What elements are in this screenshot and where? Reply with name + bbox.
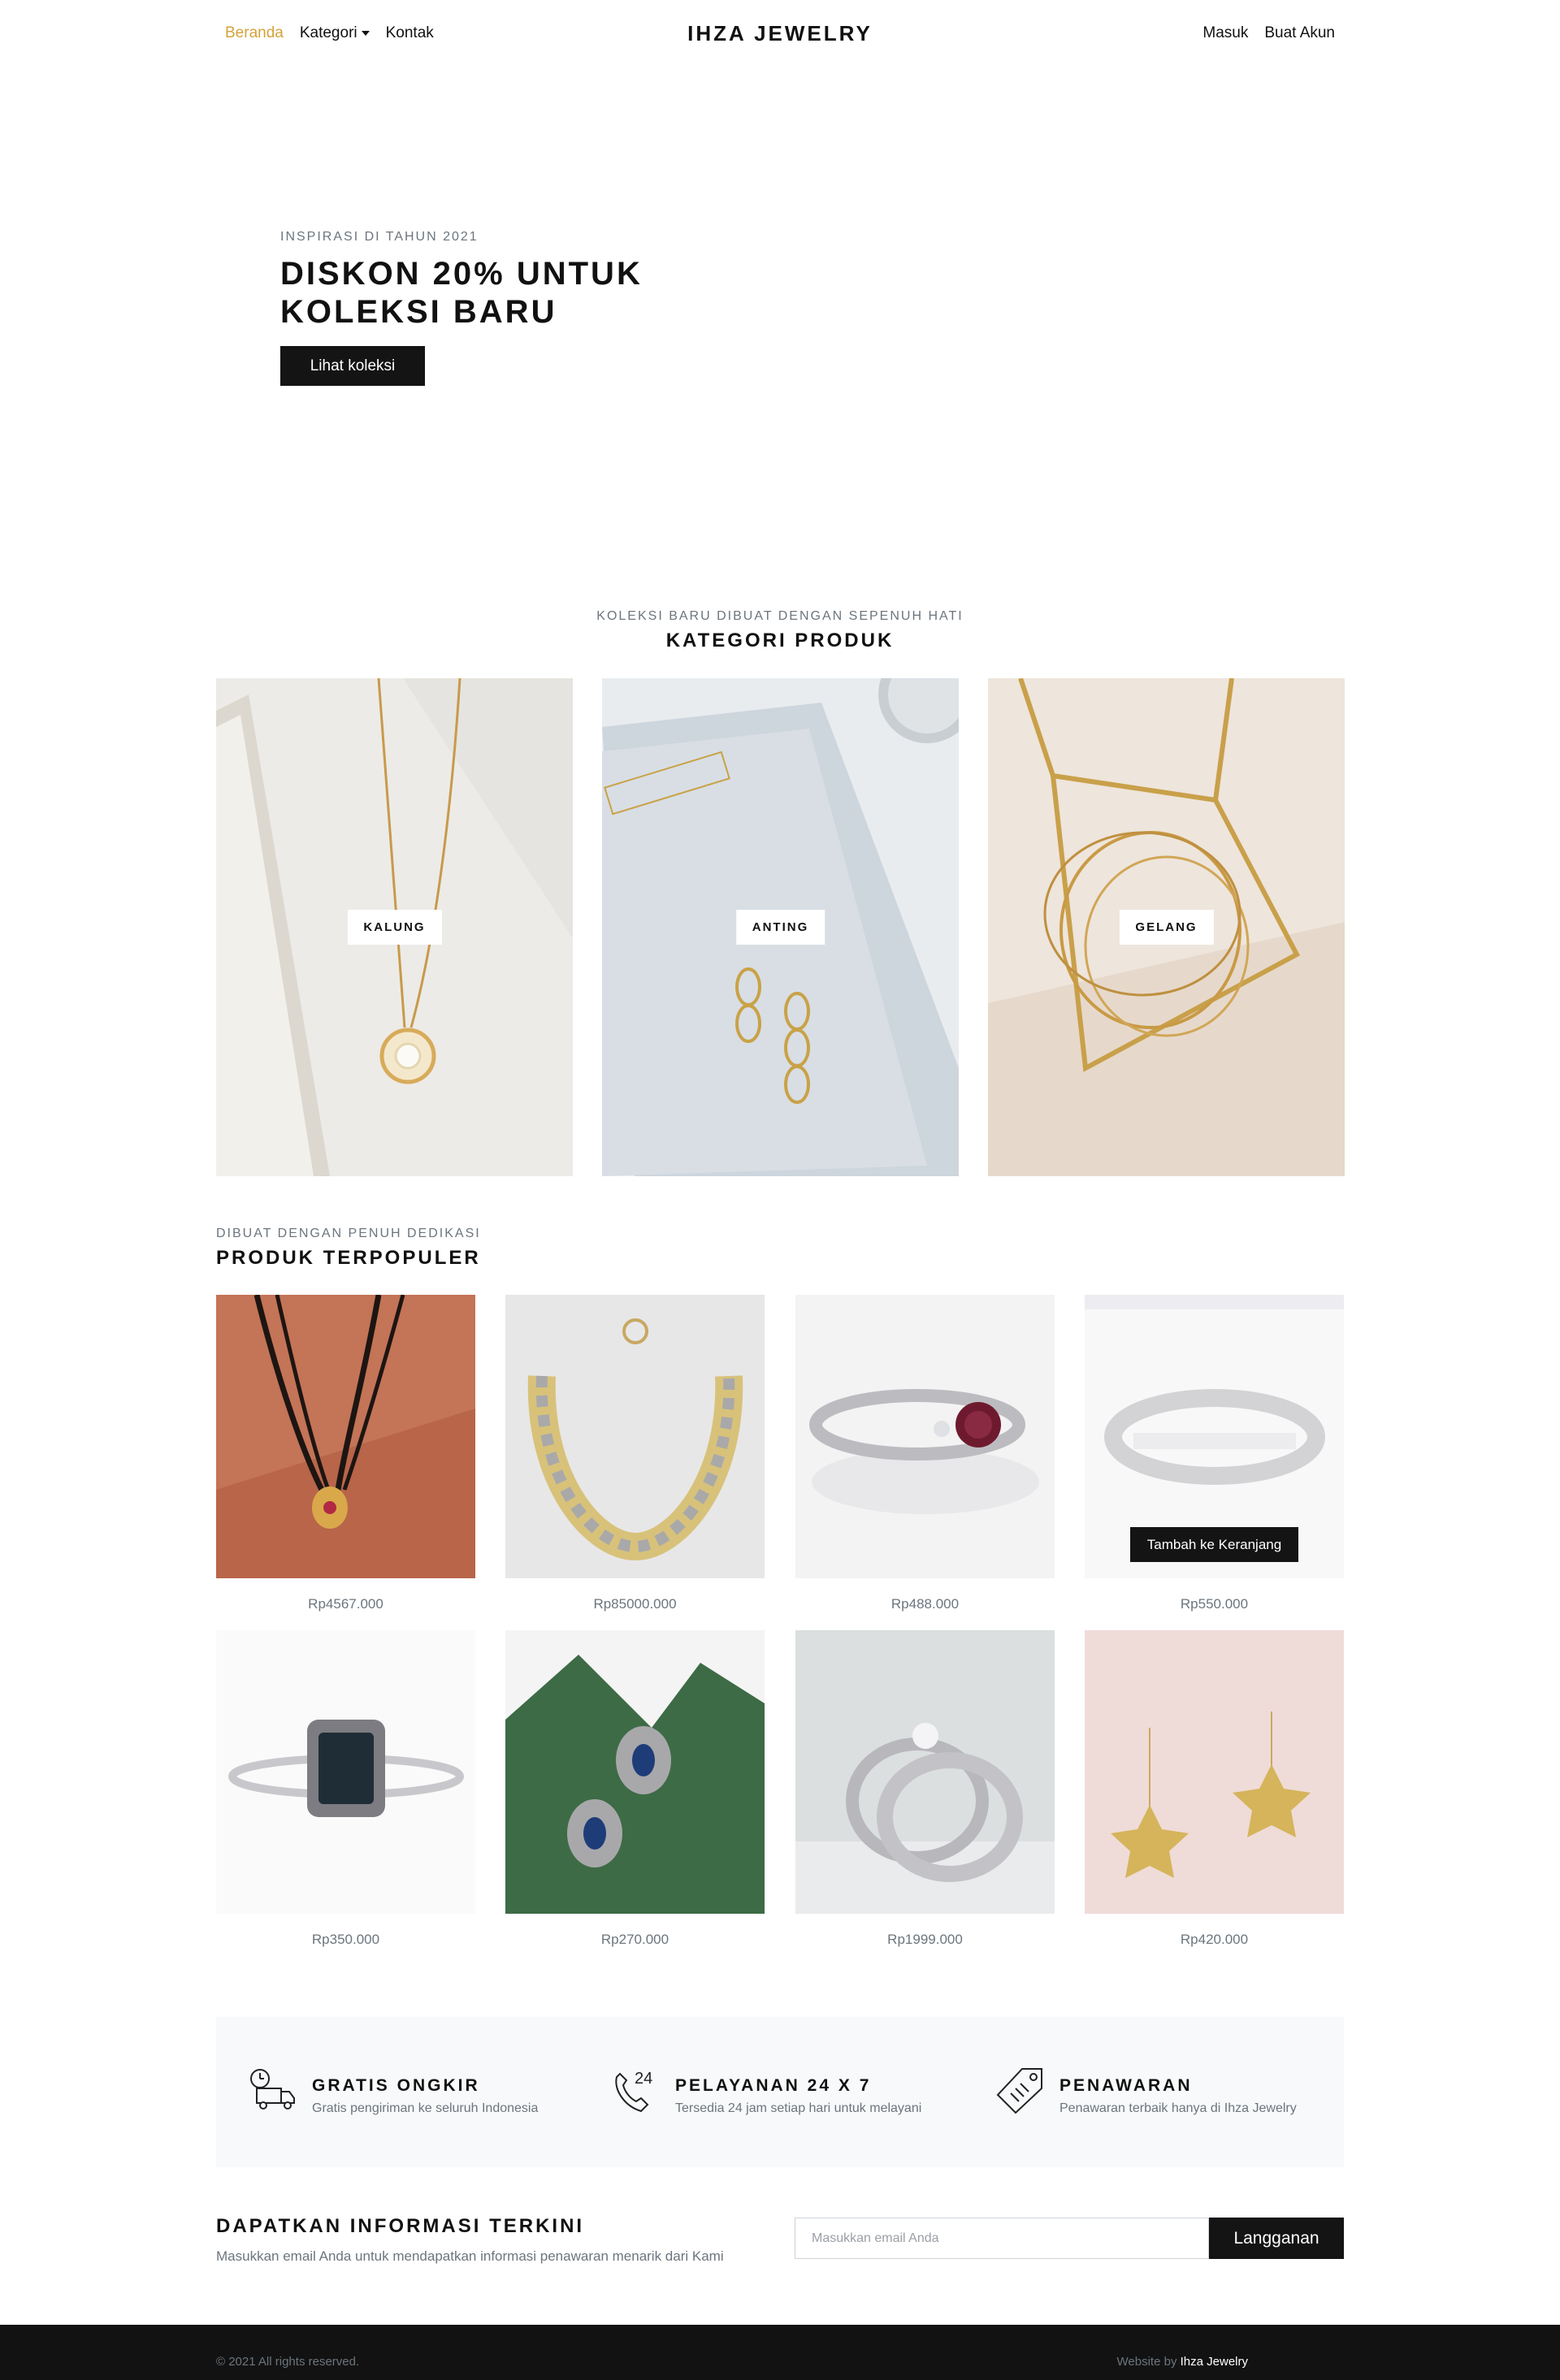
product-card[interactable]: Rp270.000 [505, 1630, 765, 1948]
nav-link-buat-akun[interactable]: Buat Akun [1264, 24, 1335, 42]
phone-24-icon-label: 24 [635, 2070, 652, 2088]
phone-24-icon: 24 [615, 2070, 652, 2113]
delivery-truck-icon [250, 2069, 295, 2110]
hero-title-line-2: KOLEKSI BARU [280, 294, 557, 330]
product-price: Rp1999.000 [887, 1932, 963, 1947]
product-price: Rp488.000 [890, 1596, 960, 1612]
product-image-wedding-ring-set[interactable] [795, 1630, 1055, 1914]
category-label-kalung: KALUNG [347, 910, 442, 945]
nav-link-beranda[interactable]: Beranda [225, 24, 284, 42]
feature-title: PELAYANAN 24 X 7 [675, 2076, 872, 2095]
newsletter-desc: Masukkan email Anda untuk mendapatkan in… [216, 2248, 724, 2264]
product-price: Rp270.000 [600, 1932, 670, 1947]
hero-eyebrow: INSPIRASI DI TAHUN 2021 [280, 230, 479, 244]
chevron-down-icon [361, 30, 370, 36]
hero-title: DISKON 20% UNTUK KOLEKSI BARU [280, 255, 735, 331]
nav-left-menu: Beranda Kategori Kontak [225, 24, 434, 42]
nav-link-masuk[interactable]: Masuk [1202, 24, 1248, 42]
nav-link-kategori[interactable]: Kategori [300, 24, 370, 42]
product-card[interactable]: Tambah ke Keranjang Rp550.000 [1085, 1295, 1344, 1612]
footer-credit-prefix: Website by [1116, 2355, 1177, 2369]
category-card-gelang[interactable]: GELANG [988, 678, 1345, 1176]
product-price: Rp85000.000 [593, 1596, 677, 1612]
product-card[interactable]: Rp488.000 [795, 1295, 1055, 1612]
navbar: Beranda Kategori Kontak IHZA JEWELRY Mas… [0, 0, 1560, 70]
product-card[interactable]: Rp4567.000 [216, 1295, 475, 1612]
product-card[interactable]: Rp85000.000 [505, 1295, 765, 1612]
add-to-cart-button[interactable]: Tambah ke Keranjang [1130, 1527, 1298, 1562]
category-card-anting[interactable]: ANTING [602, 678, 959, 1176]
product-image-sapphire-earrings-on-leaf[interactable] [505, 1630, 765, 1914]
newsletter-email-input[interactable] [795, 2218, 1209, 2259]
product-card[interactable]: Rp350.000 [216, 1630, 475, 1948]
subscribe-button[interactable]: Langganan [1209, 2218, 1344, 2259]
feature-desc: Penawaran terbaik hanya di Ihza Jewelry [1060, 2101, 1297, 2115]
view-collection-button[interactable]: Lihat koleksi [280, 346, 425, 386]
product-price: Rp420.000 [1180, 1932, 1249, 1947]
category-label-anting: ANTING [735, 910, 826, 945]
product-image-gold-diamond-necklace[interactable] [505, 1295, 765, 1578]
footer: © 2021 All rights reserved. Website by I… [0, 2325, 1560, 2380]
product-image-black-bead-necklace[interactable] [216, 1295, 475, 1578]
categories-title: KATEGORI PRODUK [665, 630, 895, 651]
popular-eyebrow: DIBUAT DENGAN PENUH DEDIKASI [216, 1227, 481, 1240]
price-tag-icon [996, 2068, 1042, 2114]
nav-link-kontak[interactable]: Kontak [386, 24, 434, 42]
hero-title-line-1: DISKON 20% UNTUK [280, 256, 643, 292]
category-label-gelang: GELANG [1119, 910, 1214, 945]
nav-kategori-label: Kategori [299, 24, 358, 41]
feature-title: PENAWARAN [1060, 2076, 1193, 2095]
product-price: Rp4567.000 [308, 1596, 384, 1612]
footer-credit: Website by Ihza Jewelry [1117, 2355, 1248, 2369]
product-image-silver-band-ring[interactable]: Tambah ke Keranjang [1085, 1295, 1344, 1578]
nav-right-menu: Masuk Buat Akun [1202, 24, 1335, 42]
feature-title: GRATIS ONGKIR [312, 2076, 480, 2095]
product-price: Rp550.000 [1180, 1596, 1249, 1612]
category-card-kalung[interactable]: KALUNG [216, 678, 573, 1176]
newsletter-title: DAPATKAN INFORMASI TERKINI [216, 2215, 585, 2237]
product-image-gold-star-earrings[interactable] [1085, 1630, 1344, 1914]
product-image-sapphire-halo-ring[interactable] [216, 1630, 475, 1914]
features-bar: GRATIS ONGKIR Gratis pengiriman ke selur… [216, 2017, 1344, 2167]
brand-logo[interactable]: IHZA JEWELRY [687, 21, 873, 45]
footer-credit-link[interactable]: Ihza Jewelry [1181, 2355, 1248, 2369]
product-image-ruby-ring[interactable] [795, 1295, 1055, 1578]
popular-title: PRODUK TERPOPULER [216, 1247, 481, 1269]
hero-banner: INSPIRASI DI TAHUN 2021 DISKON 20% UNTUK… [0, 70, 1560, 557]
product-price: Rp350.000 [311, 1932, 380, 1947]
footer-copyright: © 2021 All rights reserved. [216, 2355, 360, 2369]
product-card[interactable]: Rp1999.000 [795, 1630, 1055, 1948]
feature-desc: Tersedia 24 jam setiap hari untuk melaya… [675, 2101, 922, 2115]
categories-eyebrow: KOLEKSI BARU DIBUAT DENGAN SEPENUH HATI [596, 609, 964, 623]
product-card[interactable]: Rp420.000 [1085, 1630, 1344, 1948]
feature-desc: Gratis pengiriman ke seluruh Indonesia [312, 2101, 539, 2115]
